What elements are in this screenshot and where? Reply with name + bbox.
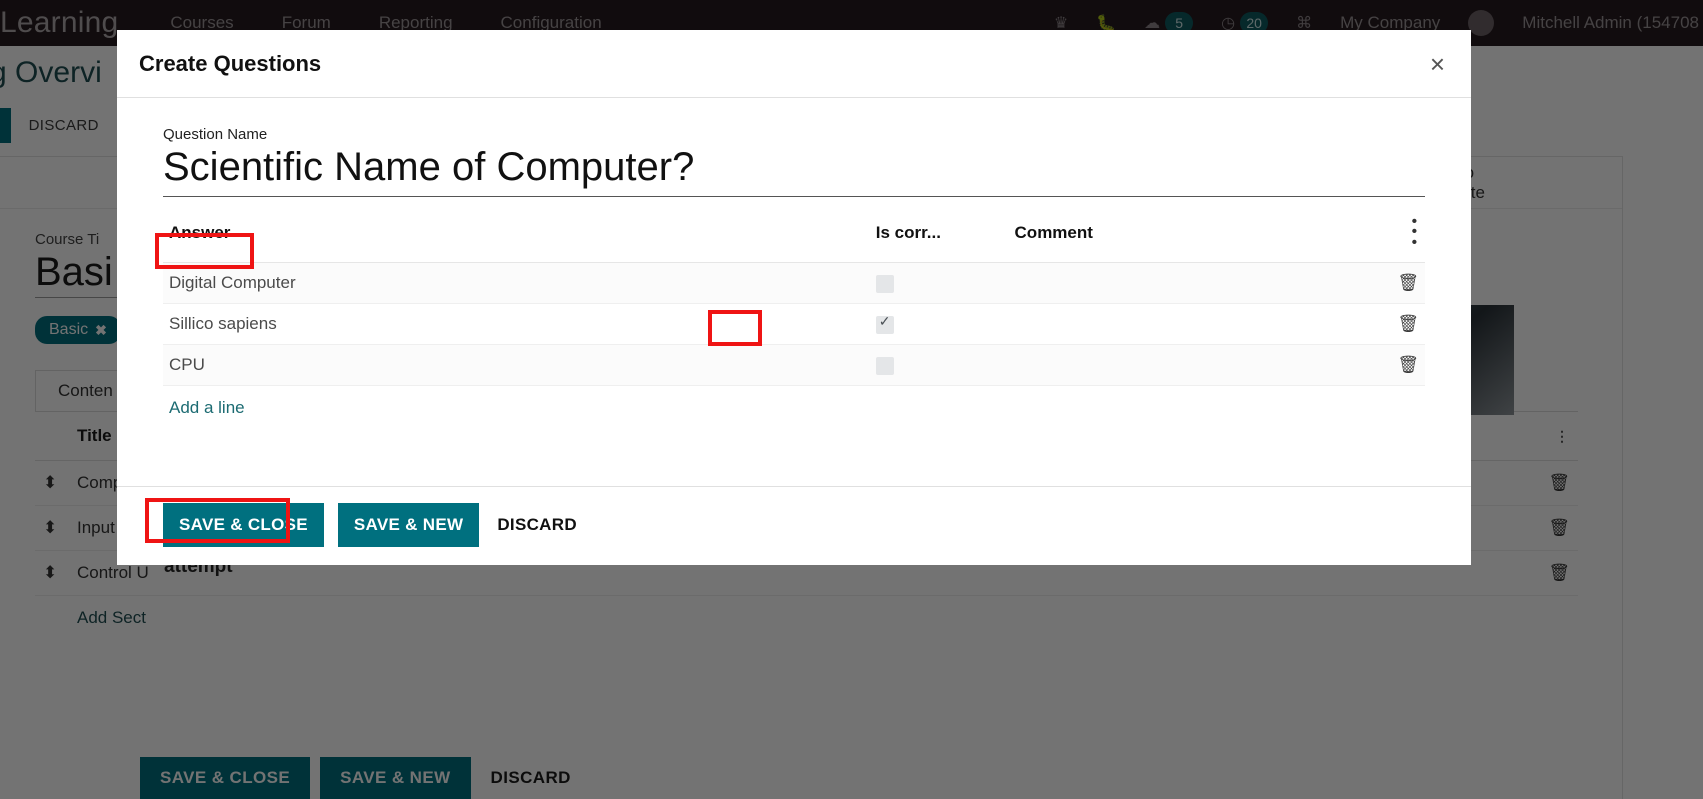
table-row[interactable]: Digital Computer 🗑 [163, 262, 1425, 305]
create-questions-dialog: Create Questions × Question Name Scienti… [117, 30, 1471, 565]
kebab-menu-icon[interactable]: • • • [1355, 214, 1417, 249]
table-row[interactable]: Sillico sapiens 🗑 [163, 303, 1425, 346]
row-actions: 🗑 [1349, 262, 1425, 305]
trash-icon[interactable]: 🗑 [1397, 314, 1419, 333]
answer-text[interactable]: Digital Computer [163, 262, 870, 305]
discard-button[interactable]: DISCARD [479, 503, 595, 547]
answer-text[interactable]: Sillico sapiens [163, 303, 870, 346]
comment-text[interactable] [1008, 344, 1350, 387]
close-icon[interactable]: × [1430, 51, 1445, 77]
is-correct-cell[interactable] [869, 344, 1009, 387]
save-and-new-button[interactable]: SAVE & NEW [337, 503, 480, 547]
table-row[interactable]: CPU 🗑 [163, 344, 1425, 387]
comment-text[interactable] [1008, 303, 1350, 346]
save-and-close-button[interactable]: SAVE & CLOSE [163, 503, 324, 547]
row-actions: 🗑 [1349, 303, 1425, 346]
trash-icon[interactable]: 🗑 [1397, 273, 1419, 292]
row-actions: 🗑 [1349, 344, 1425, 387]
dialog-header: Create Questions × [117, 30, 1471, 98]
is-correct-checkbox[interactable] [875, 313, 894, 334]
answers-table: Answer Is corr... Comment • • • Digital Co… [163, 200, 1425, 387]
answers-table-header: Answer Is corr... Comment • • • [163, 200, 1425, 264]
is-correct-checkbox[interactable] [875, 356, 894, 375]
is-correct-checkbox[interactable] [875, 274, 894, 293]
th-is-correct[interactable]: Is corr... [869, 200, 1009, 264]
screen: Learning Courses Forum Reporting Configu… [0, 0, 1703, 799]
trash-icon[interactable]: 🗑 [1397, 355, 1419, 374]
th-answer[interactable]: Answer [163, 200, 870, 264]
th-comment[interactable]: Comment [1008, 200, 1350, 264]
dialog-body: Question Name Scientific Name of Compute… [117, 98, 1471, 486]
comment-text[interactable] [1008, 262, 1350, 305]
answer-text[interactable]: CPU [163, 344, 870, 387]
add-a-line-link[interactable]: Add a line [163, 386, 1425, 430]
question-name-label: Question Name [163, 126, 268, 143]
is-correct-cell[interactable] [869, 262, 1009, 305]
question-name-underline [163, 195, 1425, 197]
question-name-input[interactable]: Scientific Name of Computer? [163, 145, 1425, 190]
dialog-footer: SAVE & CLOSE SAVE & NEW DISCARD [117, 486, 1471, 565]
is-correct-cell[interactable] [869, 303, 1009, 346]
th-column-options[interactable]: • • • [1349, 200, 1425, 264]
dialog-title: Create Questions [139, 50, 322, 76]
